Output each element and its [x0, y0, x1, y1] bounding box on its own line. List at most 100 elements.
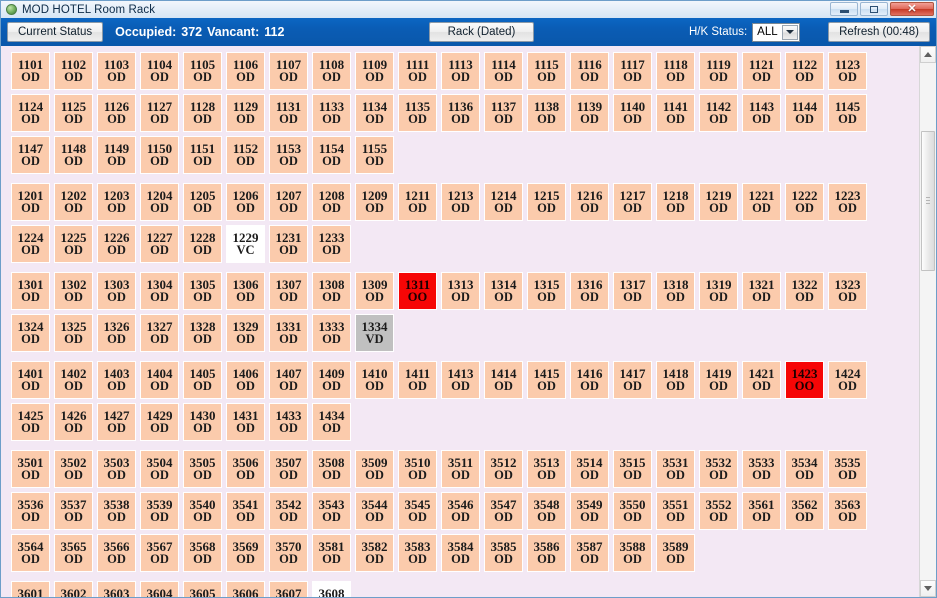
room-cell[interactable]: 1205 OD	[183, 183, 222, 221]
room-cell[interactable]: 1414 OD	[484, 361, 523, 399]
room-cell[interactable]: 1203 OD	[97, 183, 136, 221]
room-cell[interactable]: 1424 OD	[828, 361, 867, 399]
room-cell[interactable]: 1109 OD	[355, 52, 394, 90]
room-cell[interactable]: 3606OD	[226, 581, 265, 597]
chevron-down-icon[interactable]	[782, 24, 799, 40]
room-cell[interactable]: 1148 OD	[54, 136, 93, 174]
room-cell[interactable]: 1202 OD	[54, 183, 93, 221]
room-cell[interactable]: 1141 OD	[656, 94, 695, 132]
room-cell[interactable]: 1131 OD	[269, 94, 308, 132]
room-cell[interactable]: 3545 OD	[398, 492, 437, 530]
room-cell[interactable]: 1208 OD	[312, 183, 351, 221]
scroll-up-button[interactable]	[920, 46, 936, 63]
room-cell[interactable]: 3588 OD	[613, 534, 652, 572]
room-cell[interactable]: 1315 OD	[527, 272, 566, 310]
room-cell[interactable]: 1101 OD	[11, 52, 50, 90]
room-cell[interactable]: 1329 OD	[226, 314, 265, 352]
room-cell[interactable]: 3548 OD	[527, 492, 566, 530]
room-cell[interactable]: 1118 OD	[656, 52, 695, 90]
room-cell[interactable]: 1322 OD	[785, 272, 824, 310]
room-cell[interactable]: 1106 OD	[226, 52, 265, 90]
room-cell[interactable]: 3506 OD	[226, 450, 265, 488]
room-cell[interactable]: 3585 OD	[484, 534, 523, 572]
room-cell[interactable]: 1411 OD	[398, 361, 437, 399]
room-cell[interactable]: 1219 OD	[699, 183, 738, 221]
room-cell[interactable]: 1119 OD	[699, 52, 738, 90]
room-cell[interactable]: 3551 OD	[656, 492, 695, 530]
room-cell[interactable]: 1114 OD	[484, 52, 523, 90]
room-cell[interactable]: 1117 OD	[613, 52, 652, 90]
room-cell[interactable]: 3547 OD	[484, 492, 523, 530]
room-cell[interactable]: 1304 OD	[140, 272, 179, 310]
room-cell[interactable]: 3608VC	[312, 581, 351, 597]
room-cell[interactable]: 1151 OD	[183, 136, 222, 174]
room-cell[interactable]: 3513 OD	[527, 450, 566, 488]
room-cell[interactable]: 1417 OD	[613, 361, 652, 399]
room-cell[interactable]: 1409 OD	[312, 361, 351, 399]
room-cell[interactable]: 3570 OD	[269, 534, 308, 572]
room-cell[interactable]: 3602OD	[54, 581, 93, 597]
room-cell[interactable]: 1317 OD	[613, 272, 652, 310]
room-cell[interactable]: 3584 OD	[441, 534, 480, 572]
room-cell[interactable]: 1323 OD	[828, 272, 867, 310]
minimize-button[interactable]	[830, 2, 858, 16]
room-cell[interactable]: 3531 OD	[656, 450, 695, 488]
room-cell[interactable]: 3564 OD	[11, 534, 50, 572]
room-cell[interactable]: 3509 OD	[355, 450, 394, 488]
room-cell[interactable]: 1307 OD	[269, 272, 308, 310]
room-cell[interactable]: 3546 OD	[441, 492, 480, 530]
room-cell[interactable]: 3601OD	[11, 581, 50, 597]
room-cell[interactable]: 1142 OD	[699, 94, 738, 132]
room-cell[interactable]: 1116 OD	[570, 52, 609, 90]
room-cell[interactable]: 3501 OD	[11, 450, 50, 488]
room-cell[interactable]: 3510 OD	[398, 450, 437, 488]
room-cell[interactable]: 1325 OD	[54, 314, 93, 352]
room-cell[interactable]: 1201 OD	[11, 183, 50, 221]
room-cell[interactable]: 1214 OD	[484, 183, 523, 221]
room-cell[interactable]: 1231 OD	[269, 225, 308, 263]
room-cell[interactable]: 1215 OD	[527, 183, 566, 221]
room-cell[interactable]: 1426 OD	[54, 403, 93, 441]
room-cell[interactable]: 3552 OD	[699, 492, 738, 530]
room-cell[interactable]: 3514 OD	[570, 450, 609, 488]
room-cell[interactable]: 1427 OD	[97, 403, 136, 441]
room-cell[interactable]: 3562 OD	[785, 492, 824, 530]
room-cell[interactable]: 1433 OD	[269, 403, 308, 441]
current-status-button[interactable]: Current Status	[7, 22, 104, 42]
room-cell[interactable]: 1140 OD	[613, 94, 652, 132]
room-cell[interactable]: 1407 OD	[269, 361, 308, 399]
room-cell[interactable]: 1403 OD	[97, 361, 136, 399]
room-cell[interactable]: 3511 OD	[441, 450, 480, 488]
room-cell[interactable]: 1135 OD	[398, 94, 437, 132]
room-cell[interactable]: 1319 OD	[699, 272, 738, 310]
room-cell[interactable]: 3544 OD	[355, 492, 394, 530]
room-cell[interactable]: 3539 OD	[140, 492, 179, 530]
room-cell[interactable]: 1305 OD	[183, 272, 222, 310]
room-cell[interactable]: 1104 OD	[140, 52, 179, 90]
room-cell[interactable]: 1124 OD	[11, 94, 50, 132]
room-cell[interactable]: 1302 OD	[54, 272, 93, 310]
room-cell[interactable]: 3538 OD	[97, 492, 136, 530]
room-cell[interactable]: 1233 OD	[312, 225, 351, 263]
room-cell[interactable]: 3534 OD	[785, 450, 824, 488]
room-cell[interactable]: 1333 OD	[312, 314, 351, 352]
room-cell[interactable]: 1102 OD	[54, 52, 93, 90]
scrollbar-thumb[interactable]	[921, 131, 935, 271]
room-cell[interactable]: 1415 OD	[527, 361, 566, 399]
scrollbar-track[interactable]	[920, 63, 936, 580]
room-cell[interactable]: 3533 OD	[742, 450, 781, 488]
room-cell[interactable]: 3582 OD	[355, 534, 394, 572]
room-cell[interactable]: 1144 OD	[785, 94, 824, 132]
room-cell[interactable]: 3532 OD	[699, 450, 738, 488]
room-cell[interactable]: 1128 OD	[183, 94, 222, 132]
room-cell[interactable]: 1423 OO	[785, 361, 824, 399]
room-cell[interactable]: 1155 OD	[355, 136, 394, 174]
room-cell[interactable]: 3535 OD	[828, 450, 867, 488]
room-cell[interactable]: 1121 OD	[742, 52, 781, 90]
room-cell[interactable]: 1229 VC	[226, 225, 265, 263]
room-cell[interactable]: 3605OD	[183, 581, 222, 597]
room-cell[interactable]: 1126 OD	[97, 94, 136, 132]
room-cell[interactable]: 3536 OD	[11, 492, 50, 530]
room-cell[interactable]: 1123 OD	[828, 52, 867, 90]
room-cell[interactable]: 1402 OD	[54, 361, 93, 399]
